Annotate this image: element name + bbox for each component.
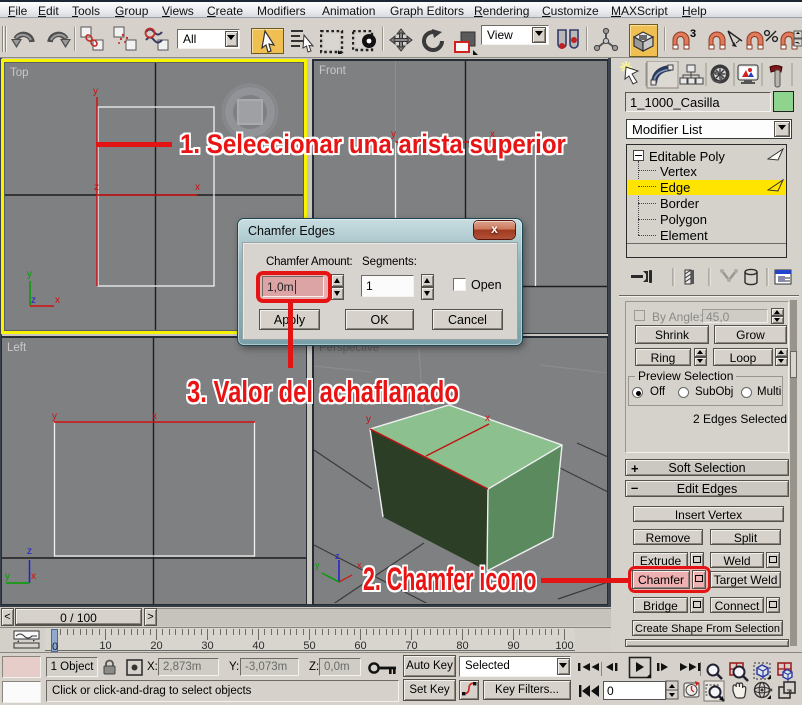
- svg-text:y: y: [52, 411, 57, 422]
- svg-text:3: 3: [690, 28, 696, 40]
- svg-text:x: x: [31, 571, 36, 582]
- svg-text:0: 0: [607, 684, 614, 698]
- svg-text:z: z: [94, 182, 99, 193]
- svg-text:y: y: [391, 129, 396, 140]
- svg-text:x: x: [357, 560, 362, 570]
- svg-text:y: y: [5, 571, 10, 582]
- svg-text:y: y: [27, 269, 32, 280]
- svg-text:y: y: [93, 86, 98, 97]
- svg-text:x: x: [485, 413, 490, 424]
- svg-text:x: x: [55, 295, 60, 306]
- svg-text:z: z: [31, 295, 36, 306]
- svg-text:y: y: [366, 414, 371, 425]
- svg-text:x: x: [152, 411, 157, 422]
- svg-text:z: z: [27, 546, 32, 557]
- svg-text:x: x: [195, 182, 200, 193]
- svg-text:x: x: [490, 129, 495, 140]
- svg-text:z: z: [335, 551, 340, 561]
- svg-text:y: y: [315, 560, 320, 570]
